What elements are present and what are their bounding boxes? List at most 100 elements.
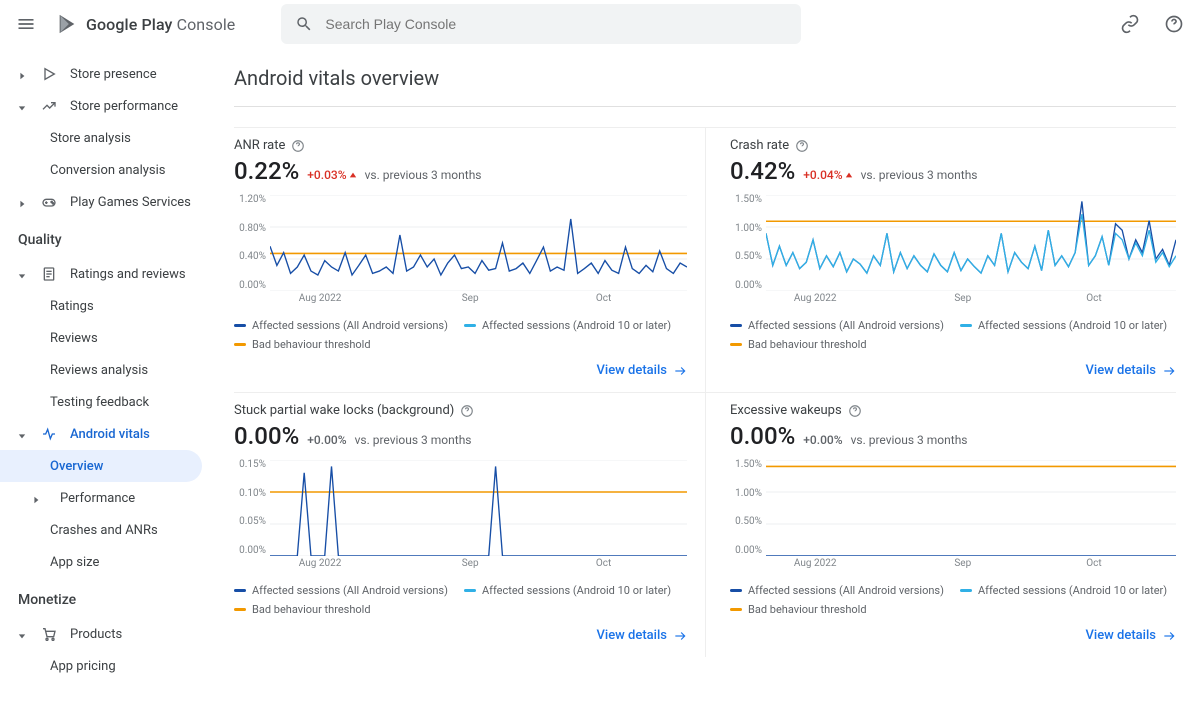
legend-item: Affected sessions (All Android versions) — [730, 584, 944, 597]
sidebar-item[interactable]: App size — [0, 546, 210, 578]
menu-button[interactable] — [14, 12, 38, 36]
legend-label: Bad behaviour threshold — [252, 338, 371, 351]
legend-label: Affected sessions (Android 10 or later) — [482, 319, 671, 332]
view-details-link[interactable]: View details — [1086, 363, 1177, 378]
chart-legend: Affected sessions (All Android versions)… — [234, 319, 687, 351]
chevron-icon — [32, 493, 42, 503]
metric-card: ANR rate0.22%+0.03% vs. previous 3 month… — [234, 127, 705, 392]
sidebar-item-label: Ratings and reviews — [70, 267, 186, 282]
sidebar-item-label: Store performance — [70, 99, 178, 114]
help-icon[interactable] — [291, 139, 305, 153]
search-bar[interactable] — [281, 4, 801, 44]
sidebar-item[interactable]: Store performance — [0, 90, 210, 122]
help-icon[interactable] — [795, 139, 809, 153]
arrow-right-icon — [1162, 629, 1176, 643]
help-icon[interactable] — [1162, 12, 1186, 36]
sidebar-item-label: Reviews analysis — [50, 363, 148, 378]
sidebar-item[interactable]: Crashes and ANRs — [0, 514, 210, 546]
sidebar-item-label: Overview — [50, 459, 103, 474]
metric-comparison: vs. previous 3 months — [861, 168, 978, 182]
legend-label: Bad behaviour threshold — [748, 603, 867, 616]
sidebar-item[interactable]: Store analysis — [0, 122, 210, 154]
metric-value: 0.42% — [730, 157, 795, 185]
chevron-icon — [18, 69, 28, 79]
sidebar-item[interactable]: Reviews analysis — [0, 354, 210, 386]
view-details-link[interactable]: View details — [597, 363, 688, 378]
search-input[interactable] — [323, 15, 787, 33]
chevron-icon — [18, 197, 28, 207]
link-icon[interactable] — [1118, 12, 1142, 36]
y-axis-labels: 1.50%1.00%0.50%0.00% — [730, 195, 762, 291]
legend-color — [960, 324, 972, 327]
legend-label: Affected sessions (All Android versions) — [252, 319, 448, 332]
legend-item: Affected sessions (All Android versions) — [234, 584, 448, 597]
metric-value: 0.22% — [234, 157, 299, 185]
arrow-right-icon — [673, 629, 687, 643]
sidebar-item[interactable]: Ratings — [0, 290, 210, 322]
sidebar-item-icon — [40, 425, 58, 443]
sidebar-item-icon — [40, 625, 58, 643]
sidebar-item[interactable]: Play Games Services — [0, 186, 210, 218]
legend-color — [234, 608, 246, 611]
sidebar-item-icon — [40, 97, 58, 115]
divider — [234, 106, 1176, 107]
legend-color — [730, 324, 742, 327]
legend-color — [464, 324, 476, 327]
chevron-icon — [18, 429, 28, 439]
x-axis-labels: Aug 2022SepOct — [270, 558, 687, 572]
metric-title: Excessive wakeups — [730, 403, 842, 418]
legend-item: Affected sessions (All Android versions) — [234, 319, 448, 332]
sidebar-item-label: Reviews — [50, 331, 98, 346]
brand-text: Google Play Console — [86, 15, 235, 34]
legend-label: Bad behaviour threshold — [748, 338, 867, 351]
legend-color — [730, 343, 742, 346]
legend-label: Bad behaviour threshold — [252, 603, 371, 616]
sidebar-item-icon — [40, 65, 58, 83]
sidebar-item[interactable]: Android vitals — [0, 418, 210, 450]
legend-color — [234, 589, 246, 592]
sidebar-item-label: Conversion analysis — [50, 163, 165, 178]
sidebar-header: Quality — [0, 218, 210, 258]
legend-item: Bad behaviour threshold — [730, 338, 867, 351]
sidebar-item[interactable]: App pricing — [0, 650, 210, 682]
y-axis-labels: 1.50%1.00%0.50%0.00% — [730, 460, 762, 556]
metric-delta: +0.03% — [307, 168, 356, 182]
chevron-icon — [18, 101, 28, 111]
sidebar-item-icon — [40, 265, 58, 283]
sidebar-item[interactable]: Ratings and reviews — [0, 258, 210, 290]
sidebar-item[interactable]: Products — [0, 618, 210, 650]
chart-plot — [766, 195, 1176, 291]
view-details-link[interactable]: View details — [597, 628, 688, 643]
legend-item: Affected sessions (All Android versions) — [730, 319, 944, 332]
sidebar-item[interactable]: Reviews — [0, 322, 210, 354]
sidebar-item[interactable]: Testing feedback — [0, 386, 210, 418]
legend-item: Bad behaviour threshold — [234, 338, 371, 351]
metric-card: Crash rate0.42%+0.04% vs. previous 3 mon… — [705, 127, 1176, 392]
metric-comparison: vs. previous 3 months — [851, 433, 968, 447]
metric-delta: +0.00% — [307, 433, 346, 447]
metric-title: ANR rate — [234, 138, 285, 153]
chart-area: 1.20%0.80%0.40%0.00%Aug 2022SepOct — [234, 195, 687, 305]
help-icon[interactable] — [848, 404, 862, 418]
x-axis-labels: Aug 2022SepOct — [270, 293, 687, 307]
main-content: Android vitals overview ANR rate0.22%+0.… — [210, 0, 1200, 702]
help-icon[interactable] — [460, 404, 474, 418]
view-details-link[interactable]: View details — [1086, 628, 1177, 643]
sidebar-item[interactable]: Conversion analysis — [0, 154, 210, 186]
chart-area: 1.50%1.00%0.50%0.00% Aug 2022SepOct — [730, 195, 1176, 305]
metric-card: Stuck partial wake locks (background) 0.0… — [234, 392, 705, 657]
metric-value: 0.00% — [234, 422, 299, 450]
legend-item: Bad behaviour threshold — [730, 603, 867, 616]
legend-label: Affected sessions (Android 10 or later) — [482, 584, 671, 597]
legend-color — [464, 589, 476, 592]
metric-title: Stuck partial wake locks (background) — [234, 403, 454, 418]
chart-legend: Affected sessions (All Android versions)… — [234, 584, 687, 616]
legend-color — [730, 608, 742, 611]
sidebar-item[interactable]: Store presence — [0, 58, 210, 90]
y-axis-labels: 0.15%0.10%0.05%0.00% — [234, 460, 266, 556]
sidebar-item[interactable]: Performance — [0, 482, 210, 514]
legend-label: Affected sessions (Android 10 or later) — [978, 584, 1167, 597]
sidebar-item[interactable]: Overview — [0, 450, 202, 482]
chart-plot — [766, 460, 1176, 556]
x-axis-labels: Aug 2022SepOct — [766, 293, 1176, 307]
